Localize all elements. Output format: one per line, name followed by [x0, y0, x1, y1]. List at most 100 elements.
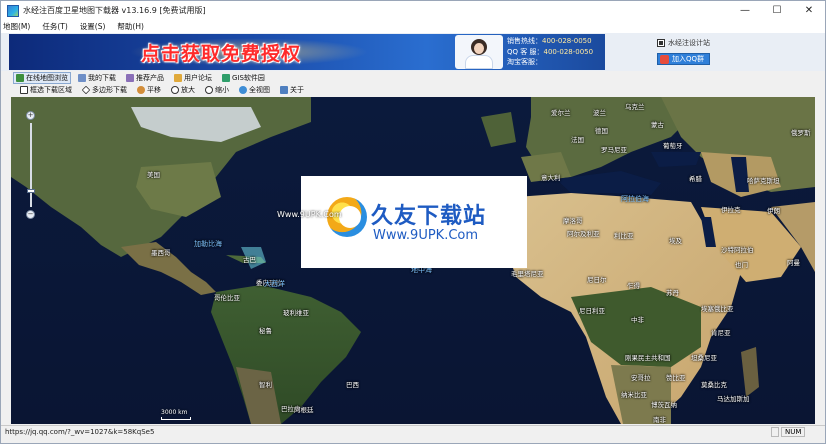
qq-service-label: QQ 客 服： — [507, 47, 544, 56]
label-peru: 秘鲁 — [259, 327, 272, 335]
label-usa: 美国 — [147, 171, 160, 179]
label-spain: 意大利 — [541, 174, 561, 182]
zoom-thumb[interactable] — [27, 189, 35, 193]
zoom-in-control[interactable]: + — [26, 111, 35, 120]
label-nigeria: 尼日利亚 — [579, 307, 605, 315]
map-toolbar: 框选下载区域 多边形下载 平移 放大 缩小 全视图 关于 — [1, 84, 825, 96]
label-poland: 波兰 — [593, 109, 606, 117]
label-gulf-of-mexico: 加勒比海 — [194, 240, 222, 248]
designer-checkbox-row[interactable]: 水经注设计站 — [657, 37, 710, 49]
close-button[interactable]: ✕ — [793, 1, 825, 20]
designer-checkbox[interactable] — [657, 39, 665, 47]
menu-task[interactable]: 任务(T) — [42, 21, 67, 32]
label-niger: 尼日尔 — [587, 276, 607, 284]
satellite-map-view[interactable]: 美国 墨西哥 古巴 哥伦比亚 委内瑞拉 秘鲁 巴西 玻利维亚 巴拉圭 智利 阿根… — [11, 97, 815, 424]
title-bar[interactable]: 水经注百度卫星地图下载器 v13.16.9 [免费试用版] — ☐ ✕ — [1, 1, 825, 20]
zoom-in-button[interactable]: 放大 — [168, 84, 198, 96]
black-sea — [651, 152, 701, 167]
contact-info: 销售热线：400-028-0050 QQ 客 服：400-028-0050 淘宝… — [507, 36, 593, 68]
tab-gis-software-label: GIS软件园 — [232, 74, 265, 82]
label-madagascar: 马达加斯加 — [717, 395, 750, 403]
tab-recommended-products[interactable]: 推荐产品 — [123, 72, 167, 84]
about-button[interactable]: 关于 — [277, 84, 307, 96]
product-icon — [126, 74, 134, 82]
pan-button[interactable]: 平移 — [134, 84, 164, 96]
label-south-africa: 南非 — [653, 416, 666, 424]
label-tanzania: 坦桑尼亚 — [691, 354, 717, 362]
label-morocco: 摩洛哥 — [563, 217, 583, 225]
pan-label: 平移 — [147, 86, 161, 94]
menu-bar: 地图(M) 任务(T) 设置(S) 帮助(H) — [1, 20, 825, 33]
label-kenya: 肯尼亚 — [711, 329, 731, 337]
label-dr-congo: 刚果民主共和国 — [625, 354, 671, 362]
qq-icon — [660, 54, 669, 64]
main-toolbar: 在线地图浏览 我的下载 推荐产品 用户论坛 GIS软件园 — [1, 72, 825, 84]
watermark-side-text: Www.9UPK.Com — [277, 210, 342, 219]
full-extent-button[interactable]: 全视图 — [236, 84, 273, 96]
status-bar: https://jq.qq.com/?_wv=1027&k=58KqSe5 NU… — [1, 425, 825, 437]
label-ukraine: 乌克兰 — [625, 103, 645, 111]
tab-online-map[interactable]: 在线地图浏览 — [13, 72, 71, 84]
zoom-track[interactable] — [30, 123, 32, 207]
tab-user-forum[interactable]: 用户论坛 — [171, 72, 215, 84]
globe-icon — [16, 74, 24, 82]
maximize-button[interactable]: ☐ — [761, 1, 793, 20]
banner-area: 点击获取免费授权 销售热线：400-028-0050 QQ 客 服：400-02… — [1, 33, 825, 71]
hotline-label: 销售热线： — [507, 37, 542, 45]
label-cuba: 古巴 — [243, 256, 256, 264]
label-yemen: 也门 — [735, 261, 748, 269]
label-argentina: 阿根廷 — [294, 406, 314, 414]
app-window: 水经注百度卫星地图下载器 v13.16.9 [免费试用版] — ☐ ✕ 地图(M… — [0, 0, 826, 444]
designer-checkbox-label: 水经注设计站 — [668, 39, 710, 47]
zoom-in-icon — [171, 86, 179, 94]
label-turkey: 希腊 — [689, 175, 702, 183]
about-icon — [280, 86, 288, 94]
label-germany: 德国 — [595, 127, 608, 135]
join-qq-group-label: 加入QQ群 — [672, 55, 705, 63]
label-mauritania: 毛里塔尼亚 — [511, 270, 544, 278]
label-iraq: 伊拉克 — [721, 206, 741, 214]
status-num-lock: NUM — [781, 426, 806, 437]
menu-help[interactable]: 帮助(H) — [117, 21, 144, 32]
label-greece: 葡萄牙 — [663, 142, 683, 150]
full-extent-icon — [239, 86, 247, 94]
download-list-icon — [78, 74, 86, 82]
label-iran: 伊朗 — [767, 207, 780, 215]
tab-gis-software[interactable]: GIS软件园 — [219, 72, 268, 84]
label-chile: 智利 — [259, 381, 272, 389]
label-colombia: 哥伦比亚 — [214, 294, 240, 302]
rect-select-download-label: 框选下载区域 — [30, 86, 72, 94]
free-license-banner[interactable]: 点击获取免费授权 销售热线：400-028-0050 QQ 客 服：400-02… — [9, 34, 605, 70]
zoom-slider[interactable]: + − — [25, 111, 37, 219]
zoom-out-button[interactable]: 缩小 — [202, 84, 232, 96]
watermark-url: Www.9UPK.Com — [373, 228, 479, 243]
tab-my-downloads[interactable]: 我的下载 — [75, 72, 119, 84]
join-qq-group-button[interactable]: 加入QQ群 — [657, 53, 711, 65]
menu-map[interactable]: 地图(M) — [3, 21, 30, 32]
polygon-icon — [81, 85, 91, 95]
label-egypt: 埃及 — [669, 237, 682, 245]
label-zambia: 赞比亚 — [666, 374, 686, 382]
label-mexico: 墨西哥 — [151, 249, 171, 257]
about-label: 关于 — [290, 86, 304, 94]
tab-recommended-products-label: 推荐产品 — [136, 74, 164, 82]
download-site-watermark: 久友下载站 Www.9UPK.Com Www.9UPK.Com — [277, 176, 527, 268]
qq-service-value: 400-028-0050 — [543, 47, 594, 56]
label-central-african-rep: 中非 — [631, 316, 644, 324]
label-mozambique: 莫桑比克 — [701, 381, 727, 389]
zoom-out-control[interactable]: − — [26, 210, 35, 219]
label-kazakhstan: 哈萨克斯坦 — [747, 177, 780, 185]
app-logo-icon — [7, 4, 19, 17]
menu-settings[interactable]: 设置(S) — [80, 21, 106, 32]
polygon-download-button[interactable]: 多边形下载 — [79, 84, 130, 96]
label-oman: 阿曼 — [787, 259, 800, 267]
label-namibia: 纳米比亚 — [621, 391, 647, 399]
window-controls: — ☐ ✕ — [729, 1, 825, 20]
avatar-face — [474, 43, 484, 54]
rect-select-icon — [20, 86, 28, 94]
zoom-out-label: 缩小 — [215, 86, 229, 94]
gis-icon — [222, 74, 230, 82]
minimize-button[interactable]: — — [729, 1, 761, 20]
rect-select-download-button[interactable]: 框选下载区域 — [17, 84, 75, 96]
label-sudan: 苏丹 — [666, 289, 679, 297]
